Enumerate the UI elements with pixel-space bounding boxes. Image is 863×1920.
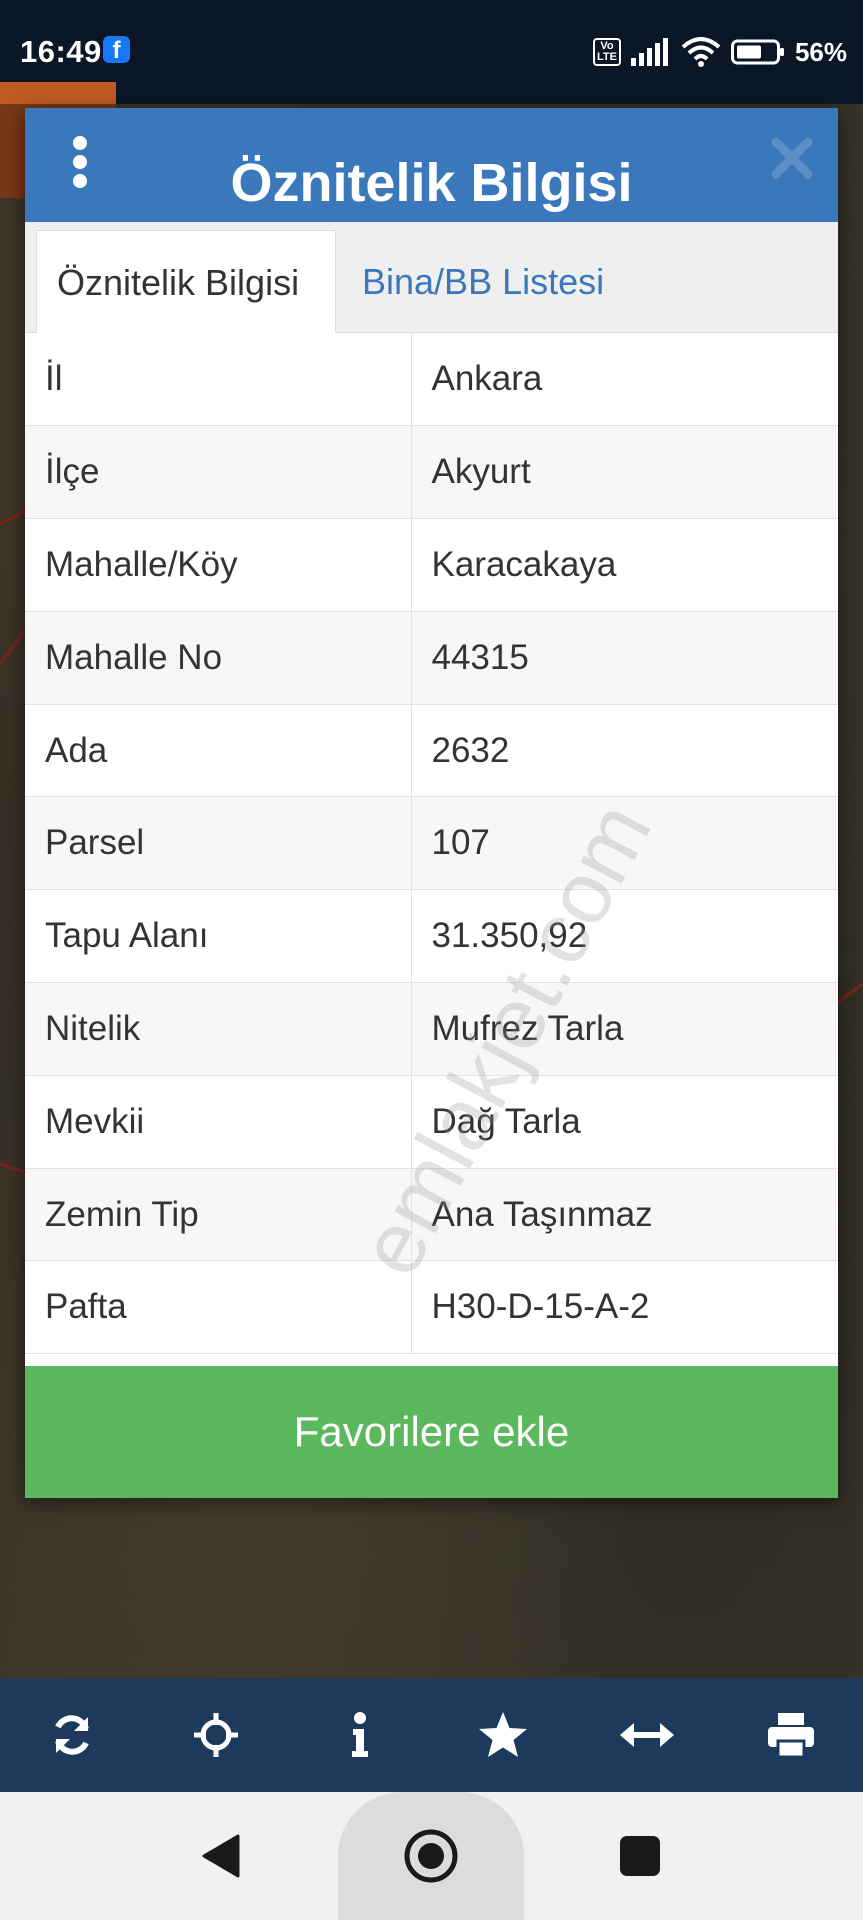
table-row: Mahalle No 44315 <box>25 611 838 705</box>
row-value: H30-D-15-A-2 <box>411 1260 838 1355</box>
row-key: Zemin Tip <box>25 1168 412 1262</box>
table-row: İlçe Akyurt <box>25 425 838 520</box>
home-icon[interactable] <box>401 1826 461 1886</box>
table-row: Parsel 107 <box>25 796 838 891</box>
print-icon[interactable] <box>761 1705 821 1765</box>
table-row: İl Ankara <box>25 333 838 427</box>
attribute-dialog: Öznitelik Bilgisi Öznitelik Bilgisi Bina… <box>25 108 838 1498</box>
row-value: Ana Taşınmaz <box>411 1168 838 1262</box>
row-key: Mahalle/Köy <box>25 518 412 612</box>
row-value: 107 <box>411 796 838 891</box>
info-icon[interactable] <box>330 1705 390 1765</box>
table-row: Zemin Tip Ana Taşınmaz <box>25 1168 838 1262</box>
locate-icon[interactable] <box>186 1705 246 1765</box>
row-value: Ankara <box>411 333 838 427</box>
map-toolbar <box>0 1678 863 1792</box>
row-value: 31.350,92 <box>411 889 838 984</box>
wifi-icon <box>681 37 721 67</box>
row-key: Ada <box>25 704 412 798</box>
row-key: Nitelik <box>25 982 412 1076</box>
row-key: Mevkii <box>25 1075 412 1169</box>
system-nav-bar <box>0 1792 863 1920</box>
facebook-notification-icon: f <box>103 36 130 64</box>
recents-icon[interactable] <box>610 1826 670 1886</box>
table-row: Mahalle/Köy Karacakaya <box>25 518 838 612</box>
dialog-title: Öznitelik Bilgisi <box>230 153 633 213</box>
row-value: Karacakaya <box>411 518 838 612</box>
dialog-header: Öznitelik Bilgisi <box>25 108 838 222</box>
row-key: Parsel <box>25 796 412 891</box>
status-bar: 16:49 f Vo LTE 56% <box>0 0 863 104</box>
measure-icon[interactable] <box>617 1705 677 1765</box>
add-to-favorites-button[interactable]: Favorilere ekle <box>25 1366 838 1498</box>
status-time: 16:49 <box>20 34 102 69</box>
table-row: Ada 2632 <box>25 704 838 798</box>
battery-percentage: 56% <box>794 36 847 67</box>
row-key: İlçe <box>25 425 412 520</box>
table-row: Nitelik Mufrez Tarla <box>25 982 838 1076</box>
table-row: Pafta H30-D-15-A-2 <box>25 1260 838 1355</box>
star-icon[interactable] <box>473 1705 533 1765</box>
volte-icon: Vo LTE <box>592 38 621 66</box>
dialog-tabs: Öznitelik Bilgisi Bina/BB Listesi <box>25 222 838 333</box>
signal-icon <box>630 38 668 66</box>
table-row: Tapu Alanı 31.350,92 <box>25 889 838 984</box>
battery-icon <box>730 39 784 65</box>
status-indicators: Vo LTE 56% <box>592 32 847 72</box>
back-icon[interactable] <box>192 1826 252 1886</box>
row-key: Pafta <box>25 1260 412 1355</box>
row-value: Dağ Tarla <box>411 1075 838 1169</box>
table-row: Mevkii Dağ Tarla <box>25 1075 838 1169</box>
close-icon[interactable] <box>768 134 816 182</box>
row-value: Mufrez Tarla <box>411 982 838 1076</box>
row-key: Tapu Alanı <box>25 889 412 984</box>
tab-building-list[interactable]: Bina/BB Listesi <box>342 230 624 333</box>
row-value: 44315 <box>411 611 838 705</box>
attribute-table: İl Ankara İlçe Akyurt Mahalle/Köy Karacakay… <box>25 333 838 1355</box>
row-value: 2632 <box>411 704 838 798</box>
tab-attribute-info[interactable]: Öznitelik Bilgisi <box>36 230 336 333</box>
row-key: Mahalle No <box>25 611 412 705</box>
row-value: Akyurt <box>411 425 838 520</box>
row-key: İl <box>25 333 412 427</box>
refresh-icon[interactable] <box>42 1705 102 1765</box>
